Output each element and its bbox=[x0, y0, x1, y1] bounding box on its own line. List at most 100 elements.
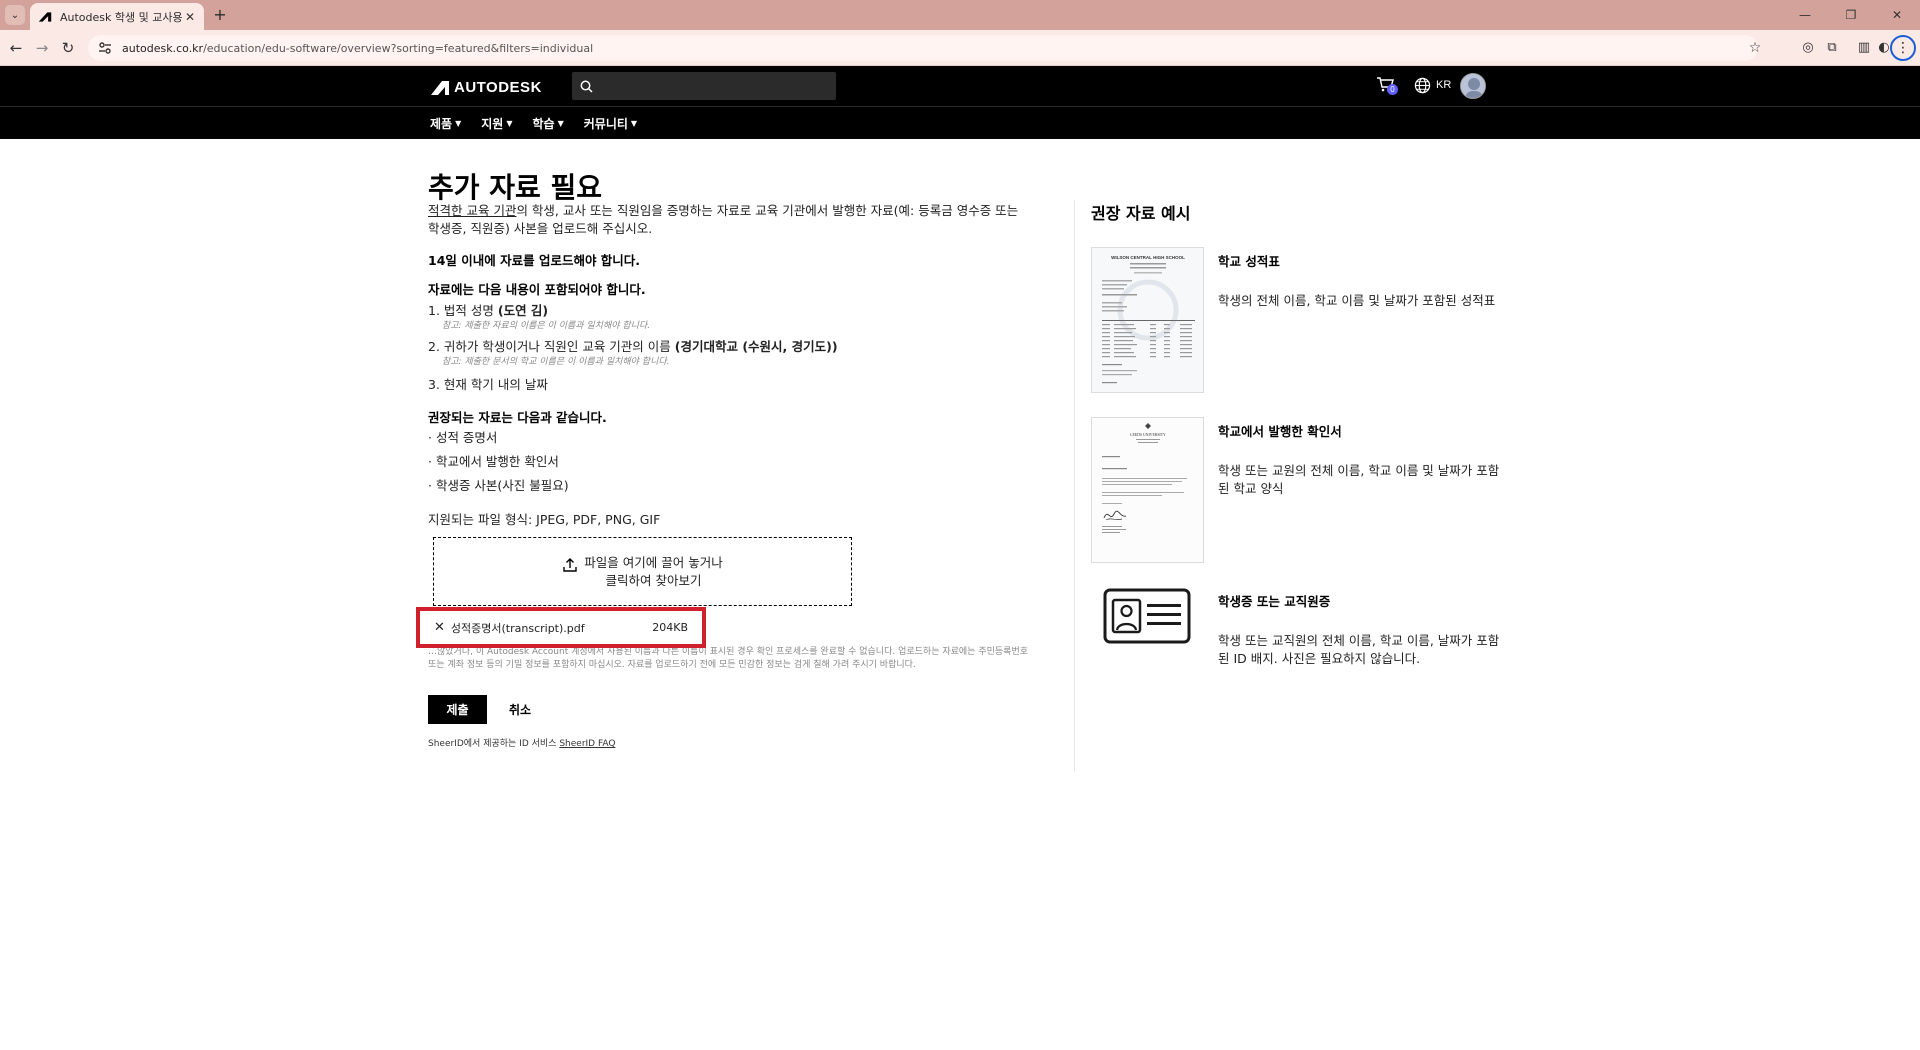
extensions-puzzle-icon[interactable]: ⧉ bbox=[1822, 38, 1842, 58]
requirement-text: 2. 귀하가 학생이거나 직원인 교육 기관의 이름 bbox=[428, 339, 675, 354]
id-card-thumbnail bbox=[1091, 587, 1204, 733]
upload-deadline: 14일 이내에 자료를 업로드해야 합니다. bbox=[428, 253, 641, 268]
remove-file-icon[interactable]: ✕ bbox=[434, 620, 445, 635]
chevron-down-icon: ▼ bbox=[557, 119, 564, 128]
requirement-item: 3. 현재 학기 내의 날짜 bbox=[428, 374, 548, 393]
nav-learning[interactable]: 학습 ▼ bbox=[533, 115, 564, 132]
privacy-disclaimer: …않았거나, 이 Autodesk Account 계정에서 사용된 이름과 다… bbox=[428, 647, 1029, 670]
cart-count-badge: 0 bbox=[1387, 84, 1398, 95]
chevron-down-icon: ▼ bbox=[630, 119, 638, 128]
url-path: /education/edu-software/overview?sorting… bbox=[203, 41, 594, 55]
sheerid-footer: SheerID에서 제공하는 ID 서비스 SheerID FAQ bbox=[428, 736, 615, 749]
requirement-text: 1. 법적 성명 bbox=[428, 303, 498, 318]
window-controls: — ❐ ✕ bbox=[1782, 0, 1920, 30]
nav-community-label: 커뮤니티 bbox=[583, 117, 628, 131]
nav-support-label: 지원 bbox=[481, 117, 504, 131]
requirement-item: 1. 법적 성명 (도연 김) bbox=[428, 300, 548, 319]
uploaded-file: ✕ 성적증명서(transcript).pdf 204KB bbox=[416, 607, 706, 648]
language-selector[interactable]: KR bbox=[1436, 79, 1451, 91]
restore-button[interactable]: ❐ bbox=[1828, 0, 1874, 30]
logo-text: AUTODESK bbox=[454, 79, 542, 96]
sheerid-text: SheerID에서 제공하는 ID 서비스 bbox=[428, 739, 560, 749]
user-avatar-icon bbox=[1461, 74, 1485, 98]
page-title: 추가 자료 필요 bbox=[428, 171, 603, 204]
transcript-thumbnail: WILSON CENTRAL HIGH SCHOOL bbox=[1091, 247, 1204, 393]
url-domain: autodesk.co.kr bbox=[122, 41, 204, 55]
nav-learning-label: 학습 bbox=[532, 117, 555, 131]
url-text: autodesk.co.kr/education/edu-software/ov… bbox=[122, 42, 593, 55]
requirements-heading: 자료에는 다음 내용이 포함되어야 합니다. bbox=[428, 282, 646, 297]
recommended-heading: 권장되는 자료는 다음과 같습니다. bbox=[428, 410, 607, 425]
nav-products-label: 제품 bbox=[430, 117, 453, 131]
example-title: 학교 성적표 bbox=[1218, 254, 1280, 269]
requirement-value: (경기대학교 (수원시, 경기도)) bbox=[674, 339, 838, 354]
file-name: 성적증명서(transcript).pdf bbox=[450, 621, 585, 635]
nav-support[interactable]: 지원 ▼ bbox=[481, 115, 512, 132]
user-avatar[interactable] bbox=[1460, 73, 1486, 99]
transcript-document-icon: WILSON CENTRAL HIGH SCHOOL bbox=[1092, 248, 1203, 392]
requirement-text: 3. 현재 학기 내의 날짜 bbox=[428, 377, 548, 392]
letter-document-icon: LEEDS UNIVERSITY bbox=[1092, 418, 1203, 562]
example-title: 학교에서 발행한 확인서 bbox=[1218, 424, 1342, 439]
new-tab-button[interactable]: + bbox=[210, 5, 230, 25]
minimize-button[interactable]: — bbox=[1782, 0, 1828, 30]
recommended-item: · 학교에서 발행한 확인서 bbox=[428, 454, 559, 469]
close-window-button[interactable]: ✕ bbox=[1874, 0, 1920, 30]
dropzone-text: 파일을 여기에 끌어 놓거나 클릭하여 찾아보기 bbox=[584, 554, 723, 588]
id-card-icon bbox=[1103, 588, 1191, 644]
screenshot-extension-icon[interactable]: ◎ bbox=[1798, 38, 1818, 58]
file-dropzone[interactable]: 파일을 여기에 끌어 놓거나 클릭하여 찾아보기 bbox=[433, 537, 852, 606]
globe-icon[interactable] bbox=[1414, 77, 1431, 94]
recommended-item: · 성적 증명서 bbox=[428, 430, 498, 445]
autodesk-logo[interactable]: AUTODESK bbox=[431, 79, 542, 96]
chevron-down-icon: ▼ bbox=[506, 119, 513, 128]
bookmark-star-icon[interactable]: ☆ bbox=[1745, 38, 1765, 58]
examples-title: 권장 자료 예시 bbox=[1091, 204, 1191, 223]
recommended-item: · 학생증 사본(사진 불필요) bbox=[428, 478, 569, 493]
chevron-down-icon: ⌄ bbox=[10, 9, 20, 21]
site-nav: 제품 ▼ 지원 ▼ 학습 ▼ 커뮤니티 ▼ bbox=[0, 106, 1920, 139]
browser-tab-active[interactable]: Autodesk 학생 및 교사용 액세 ✕ bbox=[30, 3, 204, 30]
address-bar[interactable]: autodesk.co.kr/education/edu-software/ov… bbox=[88, 35, 1758, 61]
site-search[interactable] bbox=[572, 72, 836, 100]
cart-button[interactable]: 0 bbox=[1376, 76, 1398, 96]
example-transcript: WILSON CENTRAL HIGH SCHOOL 학교 성적표 학생의 전체… bbox=[1091, 247, 1511, 393]
search-input[interactable] bbox=[599, 79, 829, 93]
browser-toolbar: ← → ↻ autodesk.co.kr/education/edu-softw… bbox=[0, 30, 1920, 66]
nav-products[interactable]: 제품 ▼ bbox=[430, 115, 461, 132]
file-size: 204KB bbox=[652, 621, 688, 634]
column-divider bbox=[1074, 200, 1075, 772]
search-icon bbox=[580, 80, 593, 93]
submit-button[interactable]: 제출 bbox=[428, 695, 487, 724]
intro-rest: 의 학생, 교사 또는 직원임을 증명하는 자료로 교육 기관에서 발행한 자료… bbox=[428, 203, 1019, 236]
upload-icon bbox=[562, 557, 577, 572]
autodesk-favicon-icon bbox=[38, 11, 52, 22]
example-description: 학생의 전체 이름, 학교 이름 및 날짜가 포함된 성적표 bbox=[1218, 293, 1496, 308]
requirement-note: 참고: 제출한 문서의 학교 이름은 이 이름과 일치해야 합니다. bbox=[442, 357, 670, 367]
site-settings-icon[interactable] bbox=[98, 41, 112, 55]
example-title: 학생증 또는 교직원증 bbox=[1218, 594, 1331, 609]
cancel-button[interactable]: 취소 bbox=[509, 695, 531, 724]
eligible-institution-link[interactable]: 적격한 교육 기관 bbox=[428, 203, 516, 218]
browser-menu-button[interactable]: ⋮ bbox=[1890, 35, 1916, 61]
sheerid-faq-link[interactable]: SheerID FAQ bbox=[559, 739, 615, 749]
supported-formats: 지원되는 파일 형식: JPEG, PDF, PNG, GIF bbox=[428, 512, 661, 527]
example-description: 학생 또는 교원의 전체 이름, 학교 이름 및 날짜가 포함된 학교 양식 bbox=[1218, 463, 1500, 496]
tab-close-icon[interactable]: ✕ bbox=[182, 10, 198, 24]
side-panel-icon[interactable]: ▥ bbox=[1854, 38, 1874, 58]
requirement-value: (도연 김) bbox=[497, 303, 549, 318]
requirement-item: 2. 귀하가 학생이거나 직원인 교육 기관의 이름 (경기대학교 (수원시, … bbox=[428, 336, 838, 355]
chevron-down-icon: ▼ bbox=[455, 119, 462, 128]
reload-button[interactable]: ↻ bbox=[58, 38, 78, 58]
tab-title: Autodesk 학생 및 교사용 액세 bbox=[60, 10, 182, 24]
thumb-heading: WILSON CENTRAL HIGH SCHOOL bbox=[1111, 255, 1185, 260]
requirement-note: 참고: 제출한 자료의 이름은 이 이름과 일치해야 합니다. bbox=[442, 321, 651, 331]
thumb-heading: LEEDS UNIVERSITY bbox=[1130, 433, 1166, 437]
example-letter: LEEDS UNIVERSITY 학교에서 발행한 확인서 학생 또는 교원의 … bbox=[1091, 417, 1511, 563]
back-button[interactable]: ← bbox=[6, 38, 26, 58]
nav-community[interactable]: 커뮤니티 ▼ bbox=[584, 115, 637, 132]
browser-tabbar: ⌄ Autodesk 학생 및 교사용 액세 ✕ + — ❐ ✕ bbox=[0, 0, 1920, 30]
letter-thumbnail: LEEDS UNIVERSITY bbox=[1091, 417, 1204, 563]
forward-button[interactable]: → bbox=[32, 38, 52, 58]
tab-search-button[interactable]: ⌄ bbox=[5, 5, 25, 25]
